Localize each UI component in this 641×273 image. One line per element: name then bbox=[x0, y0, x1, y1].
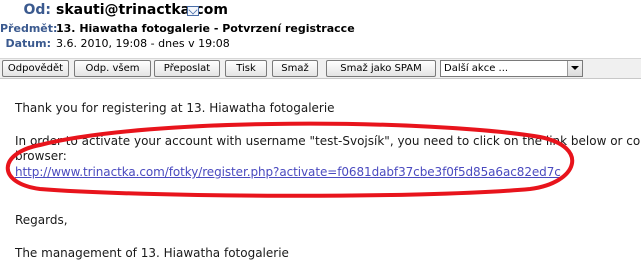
email-window: Od: skauti@trinactka.com Předmět: 13. Hi… bbox=[0, 0, 641, 273]
more-actions-value: Další akce ... bbox=[444, 63, 509, 74]
date-value: 3.6. 2010, 19:08 - dnes v 19:08 bbox=[56, 37, 230, 50]
from-label: Od: bbox=[23, 2, 51, 18]
thanks-line: Thank you for registering at 13. Hiawath… bbox=[15, 101, 335, 115]
message-body: Thank you for registering at 13. Hiawath… bbox=[0, 79, 641, 273]
subject-label: Předmět: bbox=[0, 22, 58, 35]
chevron-down-icon[interactable] bbox=[567, 61, 582, 76]
print-button[interactable]: Tisk bbox=[225, 60, 267, 77]
more-actions-select[interactable]: Další akce ... bbox=[440, 60, 583, 77]
forward-button[interactable]: Přeposlat bbox=[154, 60, 220, 77]
reply-all-button[interactable]: Odp. všem bbox=[74, 60, 151, 77]
message-toolbar: Odpovědět Odp. všem Přeposlat Tisk Smaž … bbox=[0, 58, 641, 79]
signature-line: The management of 13. Hiawatha fotogaler… bbox=[15, 246, 289, 260]
subject-value: 13. Hiawatha fotogalerie - Potvrzení reg… bbox=[56, 22, 355, 35]
regards-line: Regards, bbox=[15, 213, 68, 227]
delete-button[interactable]: Smaž bbox=[272, 60, 318, 77]
date-label: Datum: bbox=[5, 37, 51, 50]
delete-as-spam-button[interactable]: Smaž jako SPAM bbox=[326, 60, 436, 77]
browser-line: browser: bbox=[15, 149, 67, 163]
from-address[interactable]: skauti@trinactka.com bbox=[56, 2, 228, 18]
envelope-icon[interactable] bbox=[187, 6, 199, 16]
activation-instructions: In order to activate your account with u… bbox=[15, 134, 641, 148]
activation-link[interactable]: http://www.trinactka.com/fotky/register.… bbox=[15, 165, 561, 179]
reply-button[interactable]: Odpovědět bbox=[2, 60, 69, 77]
email-header: Od: skauti@trinactka.com Předmět: 13. Hi… bbox=[0, 0, 641, 58]
